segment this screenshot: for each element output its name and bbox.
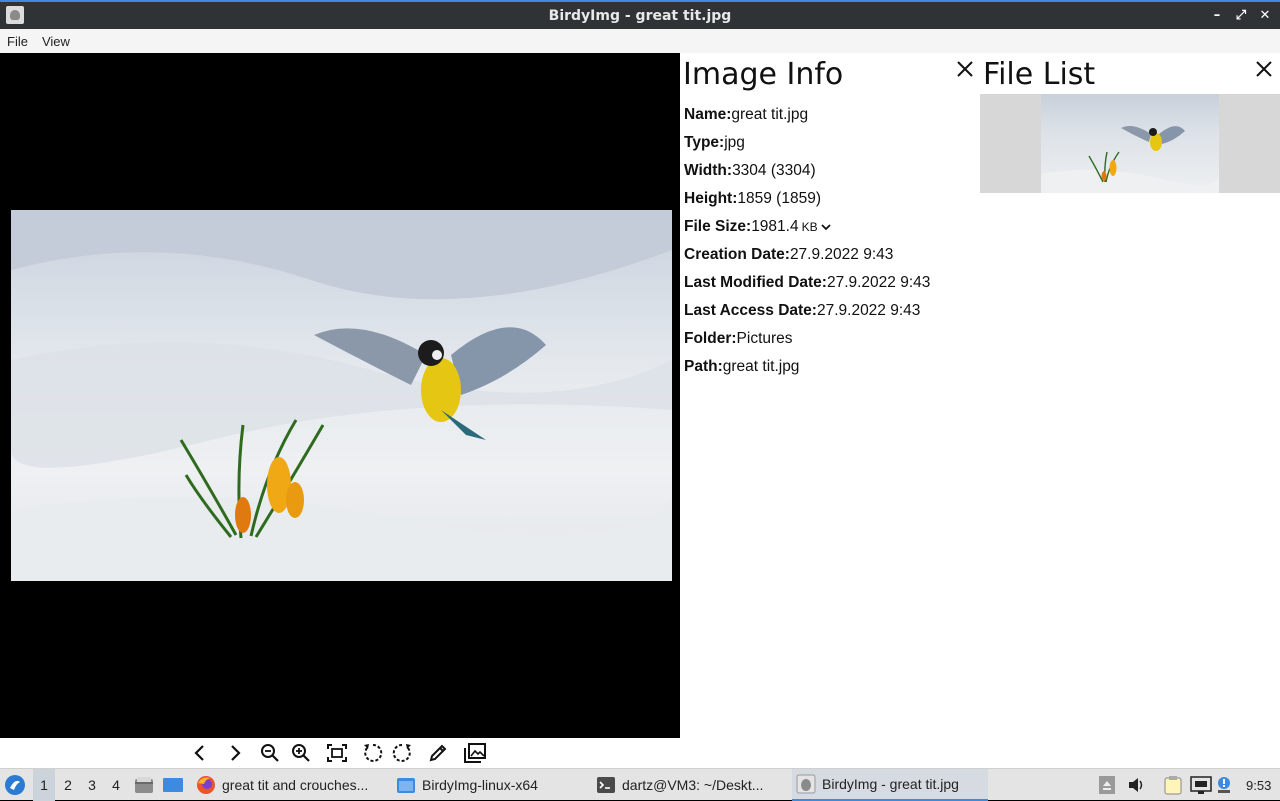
file-manager-icon [135,777,153,793]
info-row-type: Type:jpg [684,134,745,151]
image-viewer[interactable] [0,53,680,738]
clock[interactable]: 9:53 [1246,769,1271,801]
viewer-toolbar [0,738,680,768]
menu-view[interactable]: View [35,34,77,49]
fit-to-window-icon[interactable] [324,741,350,765]
menu-file[interactable]: File [0,34,35,49]
birdyimg-icon [796,774,816,794]
tray-network[interactable] [1190,769,1212,801]
gallery-icon[interactable] [462,741,488,765]
notification-icon [1218,777,1230,793]
network-icon [1190,776,1212,794]
task-file-manager[interactable]: BirdyImg-linux-x64 [392,769,588,801]
minimize-button[interactable]: – [1210,6,1224,24]
file-list-title: File List [983,57,1096,92]
birdyimg-app-icon [6,6,24,24]
start-menu-button[interactable] [4,769,26,801]
rotate-right-icon[interactable] [390,741,416,765]
workspace-1[interactable]: 1 [33,769,55,801]
info-row-modified-date: Last Modified Date:27.9.2022 9:43 [684,274,931,291]
desktop-icon [163,778,183,792]
folder-icon [397,778,415,793]
workspace-2[interactable]: 2 [57,769,79,801]
menubar: File View [0,29,1280,53]
window-controls: – ⤢ ✕ [1210,6,1272,24]
close-info-panel-icon[interactable] [955,59,975,79]
workspace-3[interactable]: 3 [81,769,103,801]
task-birdyimg[interactable]: BirdyImg - great tit.jpg [792,769,988,801]
window-titlebar: BirdyImg - great tit.jpg – ⤢ ✕ [0,0,1280,29]
volume-icon [1129,778,1143,792]
previous-icon[interactable] [187,741,213,765]
tray-volume[interactable] [1126,769,1146,801]
start-menu-icon [5,775,25,795]
workspace-4[interactable]: 4 [105,769,127,801]
rotate-left-icon[interactable] [359,741,385,765]
edit-icon[interactable] [425,741,451,765]
clipboard-icon [1164,776,1182,795]
main-image [11,210,672,581]
close-window-button[interactable]: ✕ [1258,6,1272,24]
tray-notification[interactable] [1216,769,1232,801]
info-row-folder: Folder:Pictures [684,330,793,347]
info-row-creation-date: Creation Date:27.9.2022 9:43 [684,246,894,263]
tray-eject[interactable] [1098,769,1116,801]
window-title: BirdyImg - great tit.jpg [548,7,732,24]
file-list-panel: File List [980,53,1280,768]
eject-icon [1099,776,1115,794]
show-desktop-launcher[interactable] [162,769,184,801]
task-terminal[interactable]: dartz@VM3: ~/Deskt... [592,769,788,801]
maximize-button[interactable]: ⤢ [1234,6,1248,24]
image-info-list: Name:great tit.jpg Type:jpg Width:3304 (… [684,105,930,385]
firefox-icon [197,776,215,794]
info-row-name: Name:great tit.jpg [684,106,809,123]
file-list-item[interactable] [980,94,1280,193]
info-row-file-size: File Size:1981.4 KB [684,217,930,245]
file-thumbnail[interactable] [1041,94,1219,193]
file-size-unit-select[interactable]: KB [802,220,831,234]
terminal-icon [597,777,615,793]
task-firefox[interactable]: great tit and crouches... [192,769,388,801]
info-row-access-date: Last Access Date:27.9.2022 9:43 [684,302,921,319]
image-info-title: Image Info [683,57,844,92]
image-info-panel: Image Info Name:great tit.jpg Type:jpg W… [680,53,980,768]
file-manager-launcher[interactable] [134,769,154,801]
info-row-path: Path:great tit.jpg [684,358,800,375]
info-row-width: Width:3304 (3304) [684,162,816,179]
zoom-out-icon[interactable] [257,741,283,765]
close-file-list-icon[interactable] [1254,59,1274,79]
tray-clipboard[interactable] [1163,769,1183,801]
taskbar: 1 2 3 4 great tit and crouches... BirdyI… [0,768,1280,801]
next-icon[interactable] [222,741,248,765]
info-row-height: Height:1859 (1859) [684,190,821,207]
zoom-in-icon[interactable] [288,741,314,765]
chevron-down-icon [821,224,831,231]
